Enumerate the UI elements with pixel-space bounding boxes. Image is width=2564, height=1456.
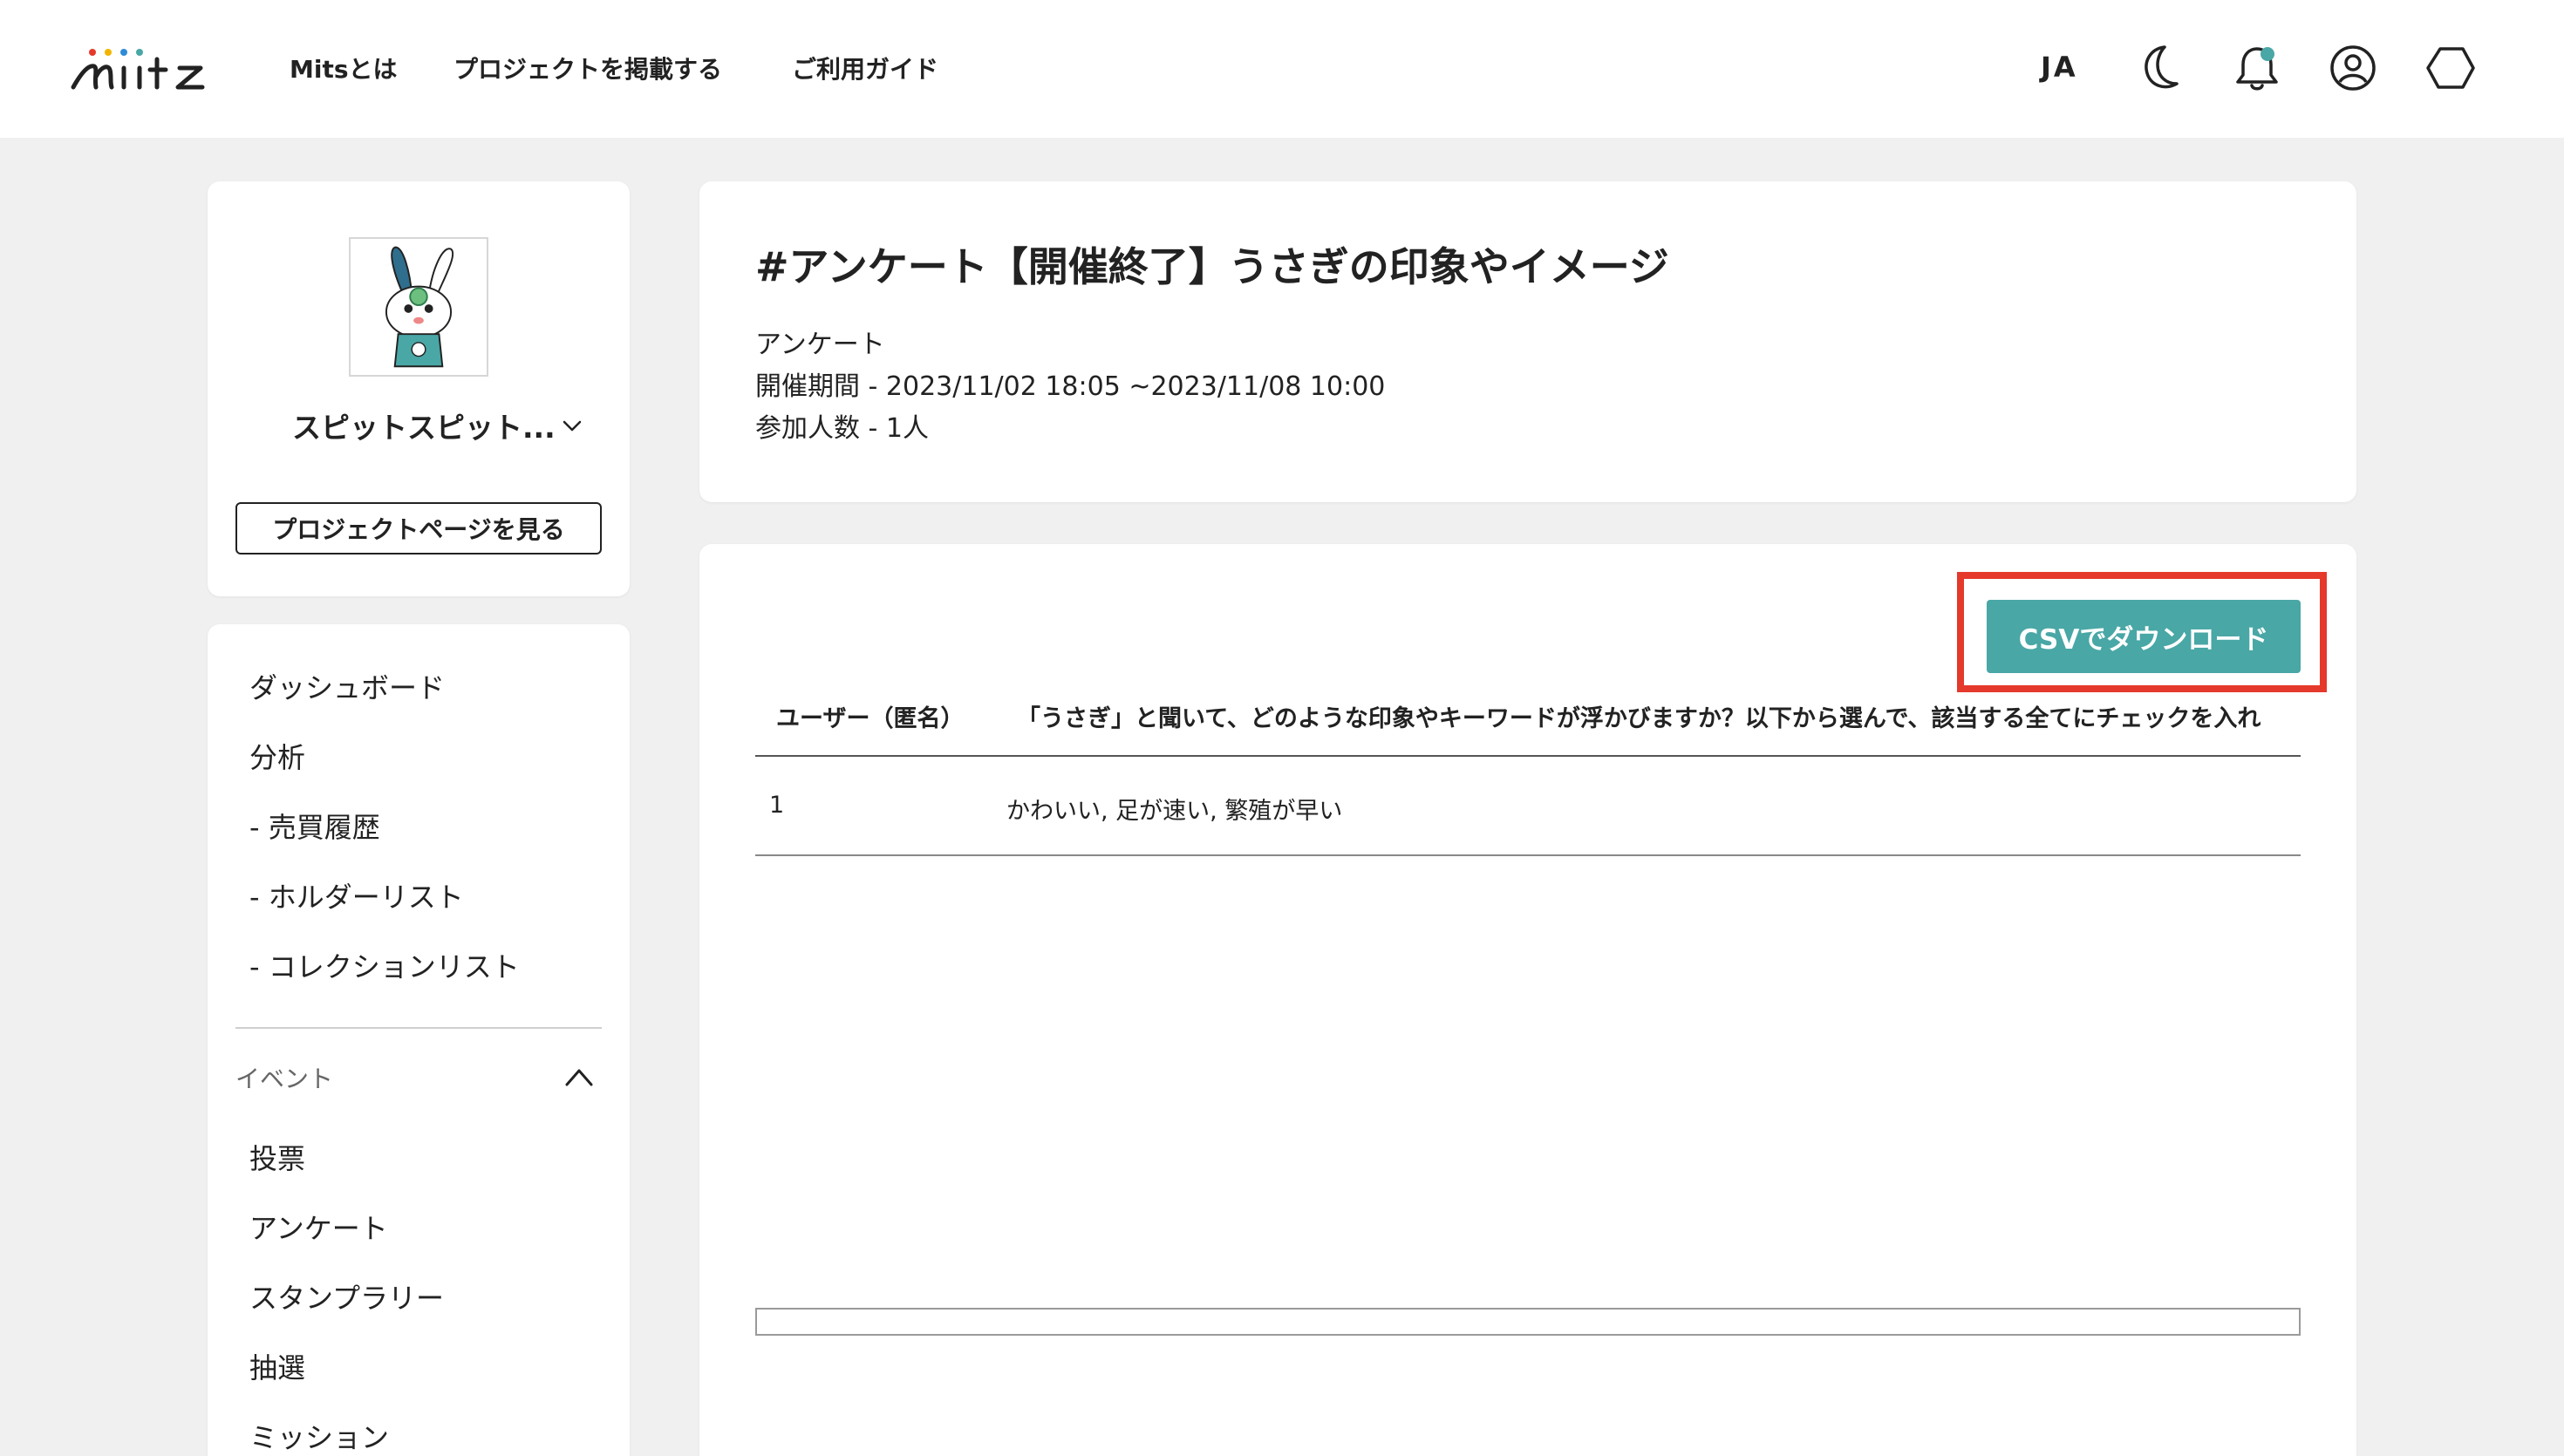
language-selector[interactable]: JA: [2041, 51, 2078, 84]
project-name: スピットスピット...: [292, 411, 556, 445]
survey-period: 開催期間 - 2023/11/02 18:05 ~2023/11/08 10:0…: [755, 371, 1386, 402]
user-account-icon[interactable]: [2327, 42, 2379, 94]
sidebar-section-event: イベント: [235, 1065, 334, 1093]
table-cell-answer: かわいい, 足が速い, 繁殖が早い: [1006, 798, 1343, 825]
nav-list-project[interactable]: プロジェクトを掲載する: [453, 51, 722, 85]
survey-info-card: [699, 181, 2356, 502]
sidebar-item-mission[interactable]: ミッション: [249, 1416, 389, 1456]
sidebar-item-lottery[interactable]: 抽選: [249, 1346, 305, 1386]
column-header-question: 「うさぎ」と聞いて、どのような印象やキーワードが浮かびますか？以下から選んで、該…: [1017, 705, 2261, 732]
nav-guide[interactable]: ご利用ガイド: [792, 51, 938, 85]
sidebar-divider: [235, 1027, 602, 1029]
project-avatar: [349, 237, 488, 377]
csv-download-button[interactable]: CSVでダウンロード: [1987, 600, 2301, 673]
table-cell-user-id: 1: [769, 792, 785, 819]
sidebar-item-analytics[interactable]: 分析: [249, 736, 305, 776]
sidebar-item-survey[interactable]: アンケート: [249, 1207, 388, 1247]
top-header: Mitsとは プロジェクトを掲載する ご利用ガイド JA: [0, 0, 2564, 138]
survey-participants: 参加人数 - 1人: [755, 413, 929, 444]
mits-logo[interactable]: [70, 40, 209, 96]
survey-type: アンケート: [755, 330, 885, 360]
sidebar-item-collection-list[interactable]: - コレクションリスト: [249, 945, 520, 985]
moon-icon[interactable]: [2133, 42, 2186, 94]
table-row-divider: [755, 854, 2301, 856]
view-project-page-button[interactable]: プロジェクトページを見る: [235, 502, 602, 555]
wallet-hexagon-icon[interactable]: [2424, 42, 2477, 94]
table-header-divider: [755, 755, 2301, 757]
sidebar-item-sales-history[interactable]: - 売買履歴: [249, 806, 380, 846]
column-header-user: ユーザー（匿名）: [776, 705, 965, 732]
nav-about[interactable]: Mitsとは: [290, 51, 398, 85]
sidebar-item-holder-list[interactable]: - ホルダーリスト: [249, 875, 464, 915]
sidebar-item-vote[interactable]: 投票: [249, 1137, 305, 1177]
horizontal-scrollbar[interactable]: [755, 1308, 2301, 1336]
bell-icon[interactable]: [2231, 42, 2283, 94]
sidebar-item-dashboard[interactable]: ダッシュボード: [249, 666, 445, 706]
sidebar-item-stamp-rally[interactable]: スタンプラリー: [249, 1276, 444, 1317]
chevron-up-icon[interactable]: [562, 1062, 597, 1092]
chevron-down-icon[interactable]: [560, 413, 584, 438]
survey-title: #アンケート【開催終了】うさぎの印象やイメージ: [755, 243, 1669, 290]
